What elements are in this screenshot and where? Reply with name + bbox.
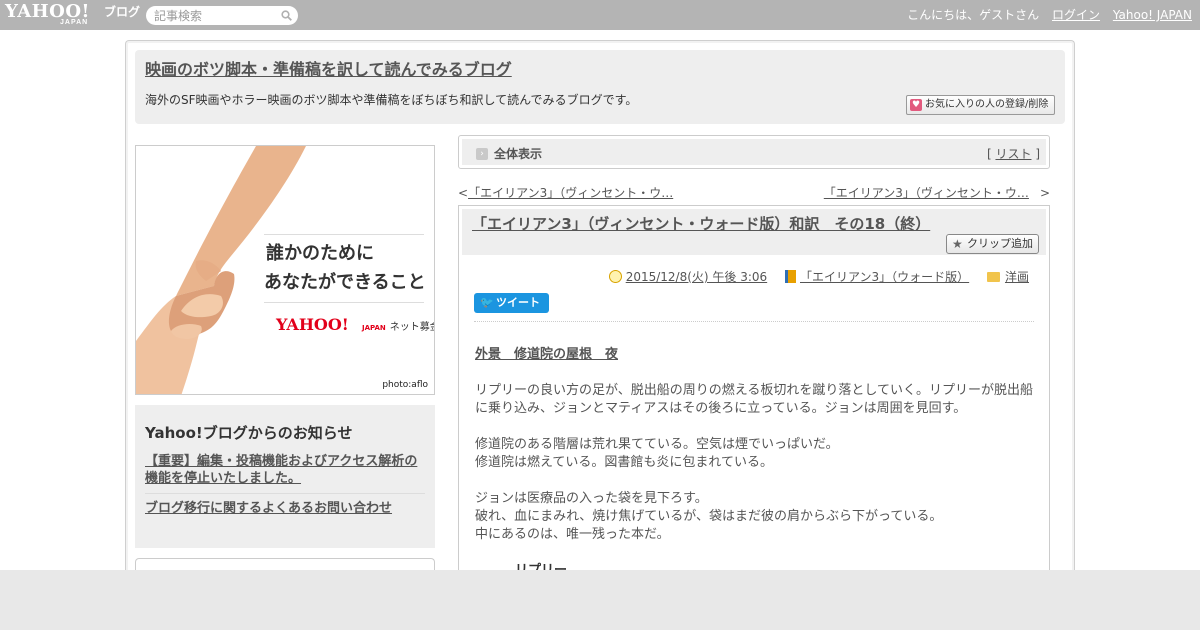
meta-divider (474, 321, 1034, 322)
yahoo-japan-link[interactable]: Yahoo! JAPAN (1113, 8, 1192, 22)
greeting-text: こんにちは、ゲストさん (907, 8, 1040, 22)
list-view-link[interactable]: リスト (995, 147, 1031, 161)
view-mode-bar-inner: › 全体表示 [ リスト ] (462, 139, 1046, 165)
article: 「エイリアン3」（ヴィンセント・ウォード版）和訳 その18（終） ★ クリップ追… (458, 205, 1050, 585)
search-input[interactable] (154, 8, 274, 23)
article-category: 洋画 (986, 269, 1029, 285)
twitter-bird-icon: 🐦 (480, 296, 494, 309)
yahoo-blog-logo[interactable]: YAHOO! JAPAN ブログ (5, 2, 141, 28)
blog-notice-box: Yahoo!ブログからのお知らせ 【重要】編集・投稿機能およびアクセス解析の機能… (135, 405, 435, 548)
ad-brand-sub: JAPAN (362, 324, 386, 332)
tweet-label: ツイート (496, 296, 540, 309)
bottom-band (0, 570, 1200, 630)
ad-rule-top (264, 234, 424, 235)
folder-icon (986, 272, 1000, 282)
ad-brand-logo: YAHOO! (276, 315, 349, 334)
logo-blog-text: ブログ (104, 5, 141, 19)
ad-rule-bottom (264, 302, 424, 303)
clock-icon (608, 270, 622, 283)
blog-title-link[interactable]: 映画のボツ脚本・準備稿を訳して読んでみるブログ (145, 60, 512, 80)
tweet-button[interactable]: 🐦 ツイート (474, 293, 549, 313)
article-pager: <「エイリアン3」（ヴィンセント・ウ… 「エイリアン3」（ヴィンセント・ウ… > (458, 185, 1050, 201)
article-date: 2015/12/8(火) 午後 3:06 (608, 269, 767, 285)
list-bracket-close: ] (1035, 147, 1040, 161)
article-body: 外景 修道院の屋根 夜 リプリーの良い方の足が、脱出船の周りの燃える板切れを蹴り… (475, 346, 1037, 598)
article-category-link[interactable]: 洋画 (1005, 270, 1029, 284)
article-meta: 2015/12/8(火) 午後 3:06 「エイリアン3」（ウォード版） 洋画 (595, 269, 1029, 285)
list-view-control: [ リスト ] (987, 147, 1040, 161)
view-mode-bar: › 全体表示 [ リスト ] (458, 135, 1050, 169)
next-arrow: > (1039, 186, 1050, 200)
logo-japan-text: JAPAN (60, 19, 89, 26)
clip-add-button[interactable]: ★ クリップ追加 (946, 234, 1039, 254)
article-paragraph: リプリーの良い方の足が、脱出船の周りの燃える板切れを蹴り落としていく。リプリーが… (475, 383, 1033, 416)
notice-divider (145, 493, 425, 494)
user-nav: こんにちは、ゲストさん ログイン Yahoo! JAPAN (898, 8, 1192, 22)
notice-link-important[interactable]: 【重要】編集・投稿機能およびアクセス解析の機能を停止いたしました。 (145, 453, 427, 487)
clip-add-label: クリップ追加 (967, 237, 1033, 250)
view-all-label: 全体表示 (494, 147, 543, 161)
favorite-register-label: お気に入りの人の登録/削除 (925, 99, 1049, 110)
scene-heading: 外景 修道院の屋根 夜 (475, 347, 619, 362)
ad-photo-credit: photo:aflo (382, 380, 428, 390)
search-box (146, 6, 298, 25)
ad-donation-label: ネット募金 (389, 322, 435, 333)
article-title-link[interactable]: 「エイリアン3」（ヴィンセント・ウォード版）和訳 その18（終） (472, 214, 930, 234)
next-article: 「エイリアン3」（ヴィンセント・ウ… > (824, 185, 1050, 201)
search-icon[interactable] (281, 10, 292, 21)
favorite-register-button[interactable]: ♥ お気に入りの人の登録/削除 (906, 95, 1055, 115)
article-book-link[interactable]: 「エイリアン3」（ウォード版） (800, 270, 969, 284)
article-book: 「エイリアン3」（ウォード版） (785, 269, 969, 285)
notice-heading: Yahoo!ブログからのお知らせ (145, 424, 353, 442)
star-icon: ★ (952, 237, 963, 251)
prev-article: <「エイリアン3」（ヴィンセント・ウ… (458, 185, 673, 201)
article-paragraph: 修道院のある階層は荒れ果てている。空気は煙でいっぱいだ。 修道院は燃えている。図… (475, 437, 839, 470)
blog-description: 海外のSF映画やホラー映画のボツ脚本や準備稿をぼちぼち和訳して読んでみるブログで… (145, 93, 638, 107)
ad-brand-label: JAPAN ネット募金 (362, 322, 435, 334)
article-date-link[interactable]: 2015/12/8(火) 午後 3:06 (626, 270, 767, 284)
heart-icon: ♥ (910, 99, 922, 111)
login-link[interactable]: ログイン (1052, 8, 1100, 22)
book-icon (785, 270, 796, 283)
article-paragraph: ジョンは医療品の入った袋を見下ろす。 破れ、血にまみれ、焼け焦げているが、袋はま… (475, 491, 943, 542)
notice-link-faq[interactable]: ブログ移行に関するよくあるお問い合わせ (145, 500, 427, 517)
global-header: YAHOO! JAPAN ブログ こんにちは、ゲストさん ログイン Yahoo!… (0, 0, 1200, 30)
arrow-right-icon: › (476, 148, 488, 160)
article-header: 「エイリアン3」（ヴィンセント・ウォード版）和訳 その18（終） ★ クリップ追… (462, 209, 1046, 255)
prev-arrow: < (458, 186, 469, 200)
list-bracket-open: [ (986, 147, 992, 161)
charity-ad-banner[interactable]: 誰かのために あなたができること YAHOO! JAPAN ネット募金 photo… (135, 145, 435, 395)
helping-hand-image (136, 146, 306, 394)
blog-header: 映画のボツ脚本・準備稿を訳して読んでみるブログ 海外のSF映画やホラー映画のボツ… (135, 50, 1065, 124)
next-article-link[interactable]: 「エイリアン3」（ヴィンセント・ウ… (824, 186, 1029, 200)
ad-headline-2: あなたができること (264, 272, 426, 293)
ad-headline-1: 誰かのために (266, 243, 374, 264)
prev-article-link[interactable]: 「エイリアン3」（ヴィンセント・ウ… (468, 186, 673, 200)
